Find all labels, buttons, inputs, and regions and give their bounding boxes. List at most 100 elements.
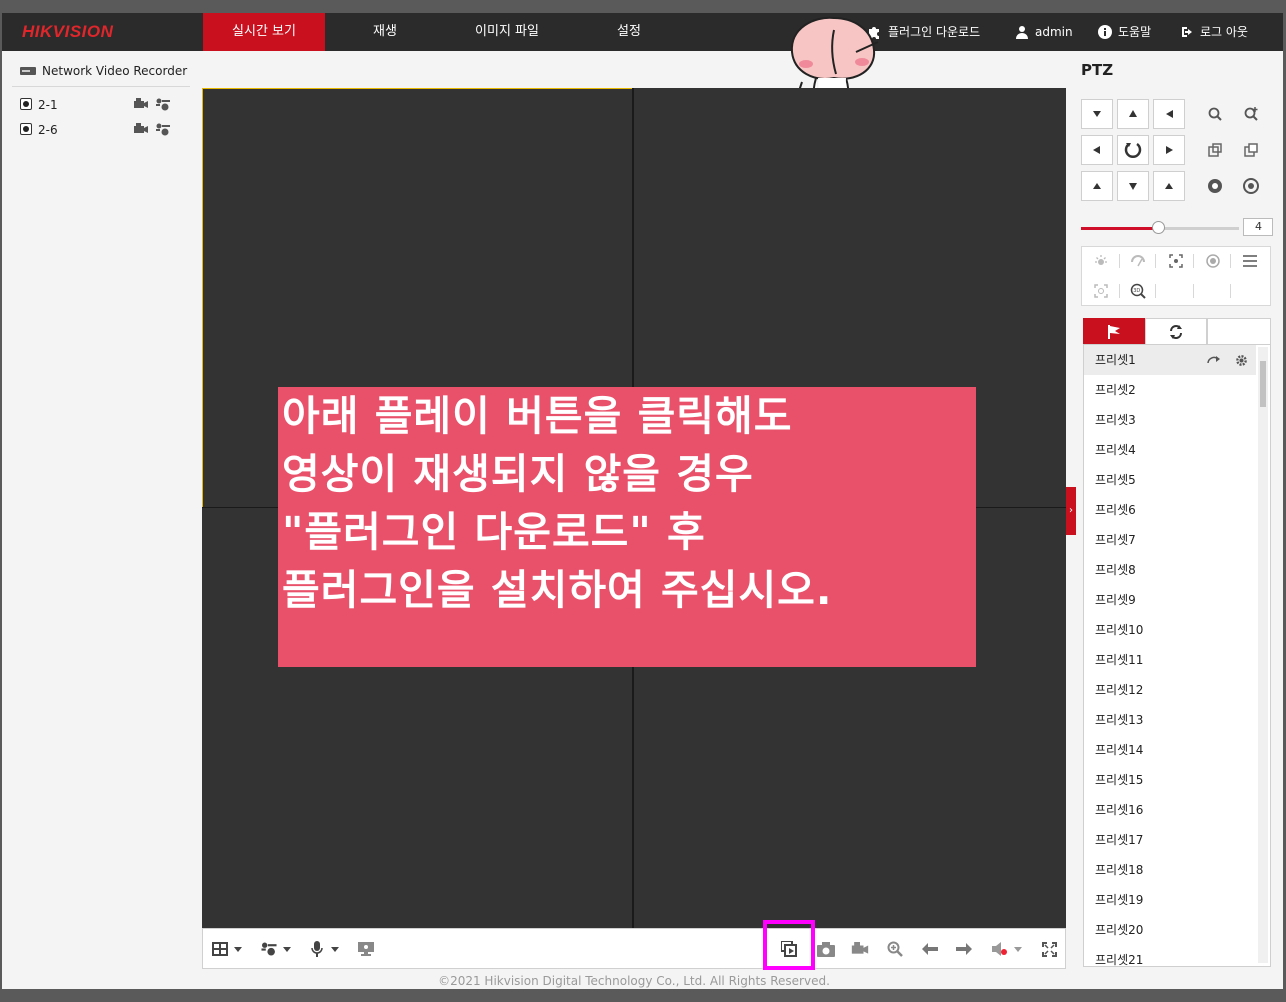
plugin-download-label: 플러그인 다운로드: [888, 25, 981, 39]
light-icon: [1095, 255, 1107, 265]
device-tree-root[interactable]: Network Video Recorder: [20, 64, 187, 78]
3d-zoom-button[interactable]: 3D: [1128, 281, 1148, 301]
previous-page-button[interactable]: [919, 939, 941, 959]
zoom-in-button[interactable]: [1235, 99, 1267, 129]
auxiliary-focus-button[interactable]: [1166, 251, 1186, 271]
preset-item[interactable]: 프리셋16: [1084, 795, 1256, 825]
preset-label: 프리셋16: [1095, 803, 1144, 817]
two-way-audio-button[interactable]: [307, 939, 343, 959]
tab-image-files[interactable]: 이미지 파일: [445, 13, 569, 51]
ptz-up-right-button[interactable]: [1153, 99, 1185, 129]
channel-item-2-6[interactable]: 2-6: [20, 123, 180, 137]
ptz-down-right-button[interactable]: [1153, 171, 1185, 201]
iris-open-button[interactable]: [1235, 171, 1267, 201]
stream-type-icon[interactable]: [156, 123, 170, 136]
preset-item[interactable]: 프리셋15: [1084, 765, 1256, 795]
preset-item[interactable]: 프리셋20: [1084, 915, 1256, 945]
preset-scrollbar-track[interactable]: [1258, 347, 1268, 963]
svg-text:3D: 3D: [1133, 288, 1140, 294]
focus-far-icon: [1244, 143, 1258, 157]
goto-preset-icon[interactable]: [1207, 355, 1221, 365]
ptz-up-button[interactable]: [1117, 99, 1149, 129]
preset-label: 프리셋11: [1095, 653, 1144, 667]
notice-line: 플러그인을 설치하여 주십시오.: [282, 566, 833, 614]
preset-item[interactable]: 프리셋5: [1084, 465, 1256, 495]
menu-button[interactable]: [1240, 251, 1260, 271]
fullscreen-button[interactable]: [1038, 939, 1060, 959]
monitor-alarm-icon: [358, 942, 374, 956]
ptz-right-button[interactable]: [1153, 135, 1185, 165]
record-icon[interactable]: [134, 98, 148, 110]
window-top-border: [0, 0, 1286, 13]
tab-preset[interactable]: [1083, 318, 1145, 344]
focus-near-button[interactable]: [1199, 135, 1231, 165]
digital-zoom-button[interactable]: [884, 939, 906, 959]
tab-live-view[interactable]: 실시간 보기: [203, 13, 325, 51]
live-view-toolbar: [202, 928, 1066, 969]
preset-label: 프리셋18: [1095, 863, 1144, 877]
preset-item[interactable]: 프리셋18: [1084, 855, 1256, 885]
notice-line: 아래 플레이 버튼을 클릭해도: [282, 392, 793, 440]
preset-label: 프리셋9: [1095, 593, 1136, 607]
collapse-ptz-button[interactable]: ›: [1066, 487, 1076, 535]
gear-icon[interactable]: [1235, 354, 1248, 367]
preset-item[interactable]: 프리셋21: [1084, 945, 1256, 967]
plugin-download-link[interactable]: 플러그인 다운로드: [868, 13, 980, 51]
preset-label: 프리셋17: [1095, 833, 1144, 847]
stream-type-icon[interactable]: [156, 98, 170, 111]
tab-settings[interactable]: 설정: [569, 13, 689, 51]
preset-item[interactable]: 프리셋14: [1084, 735, 1256, 765]
preset-item[interactable]: 프리셋3: [1084, 405, 1256, 435]
next-page-button[interactable]: [953, 939, 975, 959]
ptz-down-button[interactable]: [1117, 171, 1149, 201]
tab-pattern[interactable]: [1207, 318, 1271, 344]
ptz-up-left-button[interactable]: [1081, 99, 1113, 129]
manual-tracking-button[interactable]: [1091, 281, 1111, 301]
preset-item[interactable]: 프리셋12: [1084, 675, 1256, 705]
focus-far-button[interactable]: [1235, 135, 1267, 165]
ptz-speed-slider-handle[interactable]: [1152, 221, 1165, 234]
alarm-output-button[interactable]: [355, 939, 377, 959]
user-menu[interactable]: admin: [1015, 13, 1073, 51]
preset-item[interactable]: 프리셋2: [1084, 375, 1256, 405]
ptz-auto-button[interactable]: [1117, 135, 1149, 165]
preset-item[interactable]: 프리셋11: [1084, 645, 1256, 675]
window-left-border: [0, 0, 2, 1002]
stream-select-button[interactable]: [258, 939, 294, 959]
preset-item[interactable]: 프리셋9: [1084, 585, 1256, 615]
capture-button[interactable]: [815, 939, 837, 959]
record-icon[interactable]: [134, 123, 148, 135]
channel-item-2-1[interactable]: 2-1: [20, 98, 180, 112]
wiper-button[interactable]: [1128, 251, 1148, 271]
record-button[interactable]: [849, 939, 871, 959]
ptz-left-button[interactable]: [1081, 135, 1113, 165]
preset-item[interactable]: 프리셋4: [1084, 435, 1256, 465]
zoom-out-button[interactable]: [1199, 99, 1231, 129]
iris-close-button[interactable]: [1199, 171, 1231, 201]
preset-item[interactable]: 프리셋7: [1084, 525, 1256, 555]
preset-item[interactable]: 프리셋6: [1084, 495, 1256, 525]
window-layout-button[interactable]: [209, 939, 245, 959]
preset-item[interactable]: 프리셋17: [1084, 825, 1256, 855]
preset-item[interactable]: 프리셋8: [1084, 555, 1256, 585]
hikvision-logo: HIKVISION: [22, 22, 114, 41]
nvr-icon: [20, 67, 36, 75]
volume-button[interactable]: [989, 939, 1025, 959]
tab-playback[interactable]: 재생: [325, 13, 445, 51]
preset-scrollbar-thumb[interactable]: [1260, 361, 1266, 407]
tab-patrol[interactable]: [1145, 318, 1207, 344]
preset-item[interactable]: 프리셋13: [1084, 705, 1256, 735]
play-button-highlight: [763, 920, 815, 970]
preset-label: 프리셋21: [1095, 953, 1144, 967]
chevron-down-icon: [1014, 946, 1022, 952]
divider: [1155, 284, 1156, 298]
preset-item[interactable]: 프리셋10: [1084, 615, 1256, 645]
preset-item[interactable]: 프리셋1: [1084, 345, 1256, 375]
grid-layout-icon: [212, 942, 228, 956]
help-link[interactable]: 도움말: [1098, 13, 1151, 51]
logout-link[interactable]: 로그 아웃: [1180, 13, 1248, 51]
ptz-down-left-button[interactable]: [1081, 171, 1113, 201]
preset-item[interactable]: 프리셋19: [1084, 885, 1256, 915]
lens-init-button[interactable]: [1203, 251, 1223, 271]
light-button[interactable]: [1091, 251, 1111, 271]
